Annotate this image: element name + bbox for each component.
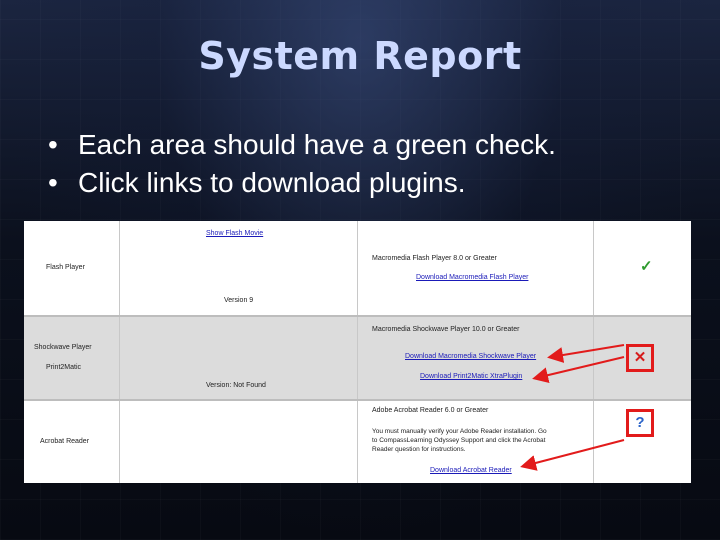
bullet-item: • Click links to download plugins. (48, 164, 556, 202)
status-cell: ? (594, 401, 691, 483)
component-name: Shockwave Player (34, 344, 92, 351)
bullet-item: • Each area should have a green check. (48, 126, 556, 164)
component-cell: Acrobat Reader (24, 401, 120, 483)
status-cell: ✕ (594, 317, 691, 399)
detected-cell: Version: Not Found (120, 317, 358, 399)
bullet-glyph: • (48, 129, 58, 160)
report-row-acrobat: Acrobat Reader Adobe Acrobat Reader 6.0 … (24, 401, 691, 483)
check-icon: ✓ (640, 258, 653, 275)
requirement-cell: Adobe Acrobat Reader 6.0 or Greater You … (358, 401, 594, 483)
component-cell: Flash Player (24, 221, 120, 315)
status-cell: ✓ (594, 221, 691, 315)
show-flash-movie-link[interactable]: Show Flash Movie (206, 230, 263, 237)
requirement-cell: Macromedia Shockwave Player 10.0 or Grea… (358, 317, 594, 399)
instructions-line: You must manually verify your Adobe Read… (372, 428, 547, 435)
detected-cell: Show Flash Movie Version 9 (120, 221, 358, 315)
component-cell: Shockwave Player Print2Matic (24, 317, 120, 399)
requirement-text: Macromedia Shockwave Player 10.0 or Grea… (372, 326, 520, 333)
detected-version: Version 9 (224, 297, 254, 304)
instructions-line: to CompassLearning Odyssey Support and c… (372, 437, 546, 444)
component-name: Flash Player (46, 264, 85, 271)
component-subname: Print2Matic (46, 364, 82, 371)
detected-version: Version: Not Found (206, 382, 266, 389)
requirement-text: Adobe Acrobat Reader 6.0 or Greater (372, 407, 489, 414)
download-print2matic-link[interactable]: Download Print2Matic XtraPlugin (420, 373, 522, 380)
requirement-cell: Macromedia Flash Player 8.0 or Greater D… (358, 221, 594, 315)
instructions-line: Reader question for instructions. (372, 446, 466, 453)
question-icon: ? (626, 409, 654, 437)
download-flash-link[interactable]: Download Macromedia Flash Player (416, 274, 528, 281)
system-report-table: Flash Player Show Flash Movie Version 9 … (24, 221, 691, 483)
report-row-shockwave: Shockwave Player Print2Matic Version: No… (24, 317, 691, 399)
bullet-text: Each area should have a green check. (78, 129, 556, 160)
x-icon: ✕ (626, 344, 654, 372)
download-acrobat-link[interactable]: Download Acrobat Reader (430, 467, 512, 474)
report-row-flash: Flash Player Show Flash Movie Version 9 … (24, 221, 691, 315)
detected-cell (120, 401, 358, 483)
bullet-list: • Each area should have a green check. •… (48, 126, 556, 202)
component-name: Acrobat Reader (40, 438, 90, 445)
requirement-text: Macromedia Flash Player 8.0 or Greater (372, 255, 497, 262)
download-shockwave-link[interactable]: Download Macromedia Shockwave Player (405, 353, 536, 360)
bullet-text: Click links to download plugins. (78, 167, 466, 198)
slide-title: System Report (198, 34, 522, 78)
bullet-glyph: • (48, 167, 58, 198)
